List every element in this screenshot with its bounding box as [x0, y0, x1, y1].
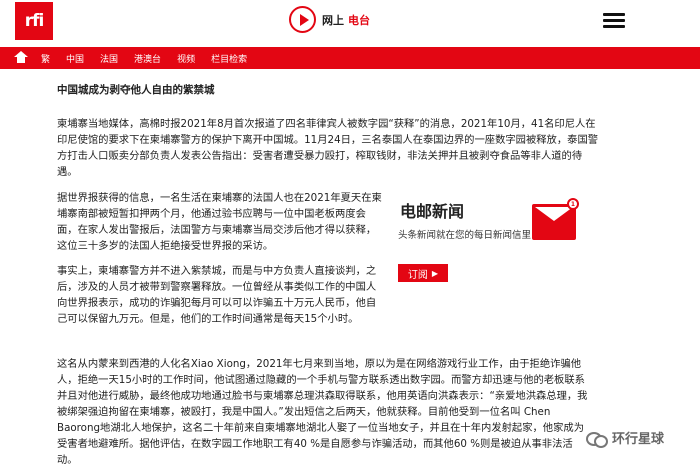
watermark: 环行星球	[586, 428, 665, 448]
article-paragraph: 这名从内蒙来到西港的人化名Xiao Xiong，2021年七月来到当地，原以为是…	[57, 358, 588, 466]
newsletter-description: 头条新闻就在您的每日新闻信里	[398, 230, 532, 241]
article-paragraph: 柬埔寨当地媒体，高棉时报2021年8月首次报道了四名菲律宾人被数字园“获释”的消…	[57, 118, 599, 178]
home-icon[interactable]	[14, 51, 29, 65]
radio-label-station: 电台	[348, 13, 370, 27]
radio-label-online: 网上	[322, 13, 344, 27]
watermark-text: 环行星球	[612, 432, 665, 447]
hamburger-menu-icon[interactable]	[603, 13, 625, 29]
play-icon[interactable]	[289, 6, 316, 33]
nav-item-video[interactable]: 视频	[177, 52, 195, 65]
notification-badge: 1	[567, 198, 579, 210]
chevron-right-icon: ▶	[431, 268, 439, 278]
wechat-icon	[586, 430, 608, 448]
nav-item-france[interactable]: 法国	[100, 52, 118, 65]
nav-item-hk-macau-taiwan[interactable]: 港澳台	[134, 52, 161, 65]
logo-text: rfi	[24, 11, 45, 31]
nav-item-traditional[interactable]: 繁	[41, 52, 50, 65]
envelope-icon: 1	[532, 198, 580, 244]
subscribe-label: 订阅	[407, 269, 428, 281]
article-paragraph: 据世界报获得的信息，一名生活在柬埔寨的法国人也在2021年夏天在柬埔寨南部被短暂…	[57, 192, 382, 252]
article-paragraph: 事实上，柬埔寨警方并不进入紫禁城，而是与中方负责人直接谈判，之后，涉及的人员才被…	[57, 265, 377, 325]
subscribe-button[interactable]: 订阅 ▶	[398, 264, 448, 282]
nav-bar: 繁 中国 法国 港澳台 视频 栏目检索	[0, 47, 700, 69]
radio-live-button[interactable]: 网上 电台	[289, 6, 370, 33]
nav-item-china[interactable]: 中国	[66, 52, 84, 65]
article-subheading: 中国城成为剥夺他人自由的紫禁城	[57, 84, 215, 96]
newsletter-title: 电邮新闻	[400, 202, 465, 221]
top-bar: rfi 网上 电台	[0, 0, 700, 44]
radio-label[interactable]: 网上 电台	[322, 12, 370, 28]
rfi-logo[interactable]: rfi	[15, 2, 53, 40]
nav-item-programs[interactable]: 栏目检索	[211, 52, 247, 65]
newsletter-widget: 电邮新闻 头条新闻就在您的每日新闻信里 订阅 ▶ 1	[396, 188, 583, 282]
